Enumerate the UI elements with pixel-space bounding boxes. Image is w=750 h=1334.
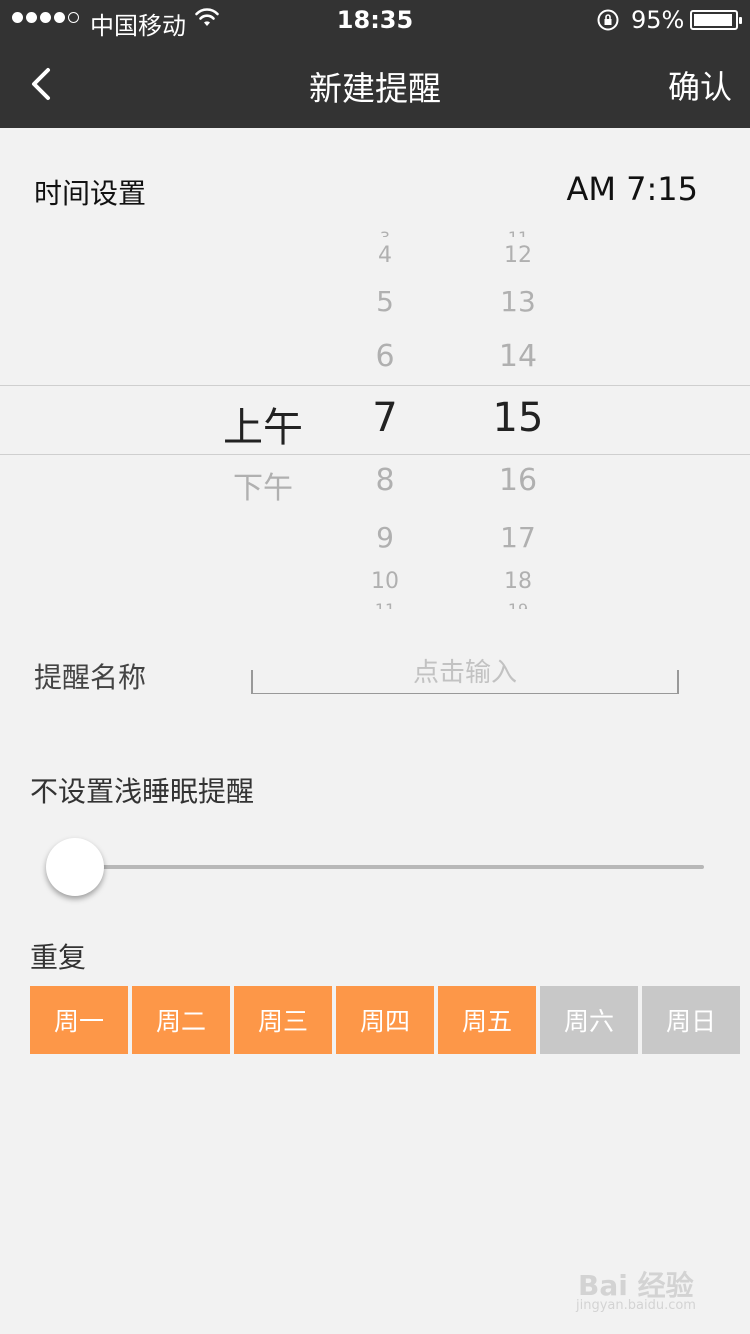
period-item[interactable]: 上午 [193,395,333,453]
rotation-lock-icon [597,9,619,31]
confirm-button[interactable]: 确认 [668,62,732,108]
baidu-jingyan-watermark: Bai 经验 jingyan.baidu.com [574,1258,724,1320]
time-setting-value: AM 7:15 [566,170,698,208]
time-picker[interactable]: 上午下午 3 4 5 6 7 8 9 10 11 11 12 13 14 15 16 17 18 19 [0,230,750,610]
top-bar: 中国移动 18:35 95% 新建提醒 确认 [0,0,750,128]
day-button-sun[interactable]: 周日 [642,986,740,1054]
minute-item[interactable]: 18 [448,569,588,594]
period-wheel[interactable]: 上午 下午 [193,240,333,600]
page-title: 新建提醒 [309,69,441,108]
minute-wheel[interactable]: 11 12 13 14 15 16 17 18 19 [448,230,588,610]
minute-item[interactable]: 17 [448,521,588,554]
light-sleep-slider-track[interactable] [74,865,704,869]
day-button-tue[interactable]: 周二 [132,986,230,1054]
hour-item[interactable]: 3 [315,230,455,237]
reminder-name-label: 提醒名称 [34,661,147,694]
hour-item[interactable]: 9 [315,521,455,554]
hour-item[interactable]: 5 [315,285,455,318]
day-button-mon[interactable]: 周一 [30,986,128,1054]
day-button-fri[interactable]: 周五 [438,986,536,1054]
period-item[interactable]: 下午 [193,463,333,507]
minute-item[interactable]: 13 [448,285,588,318]
hour-item[interactable]: 8 [315,463,455,498]
time-setting-label: 时间设置 [34,177,147,210]
hour-item[interactable]: 4 [315,243,455,268]
hour-item[interactable]: 6 [315,339,455,374]
hour-item[interactable]: 11 [315,602,455,609]
status-bar: 中国移动 18:35 95% [0,0,750,40]
minute-item[interactable]: 12 [448,243,588,268]
minute-item[interactable]: 16 [448,463,588,498]
day-button-thu[interactable]: 周四 [336,986,434,1054]
repeat-label: 重复 [30,941,87,974]
day-button-sat[interactable]: 周六 [540,986,638,1054]
minute-item[interactable]: 14 [448,339,588,374]
light-sleep-slider-knob[interactable] [46,838,104,896]
day-button-wed[interactable]: 周三 [234,986,332,1054]
new-reminder-screen: 中国移动 18:35 95% 新建提醒 确认 时间设置 AM 7:15 上午 下… [0,0,750,1334]
watermark-url: jingyan.baidu.com [576,1298,696,1313]
minute-item[interactable]: 15 [448,395,588,441]
battery-icon [690,10,742,30]
battery-fill [694,14,732,26]
minute-item[interactable]: 11 [448,230,588,237]
reminder-name-input[interactable] [251,652,679,694]
light-sleep-label: 不设置浅睡眠提醒 [30,775,255,808]
hour-item[interactable]: 10 [315,569,455,594]
repeat-day-buttons: 周一 周二 周三 周四 周五 周六 周日 [30,986,740,1054]
minute-item[interactable]: 19 [448,602,588,609]
battery-percent: 95% [631,6,685,34]
hour-wheel[interactable]: 3 4 5 6 7 8 9 10 11 [315,230,455,610]
hour-item[interactable]: 7 [315,395,455,441]
